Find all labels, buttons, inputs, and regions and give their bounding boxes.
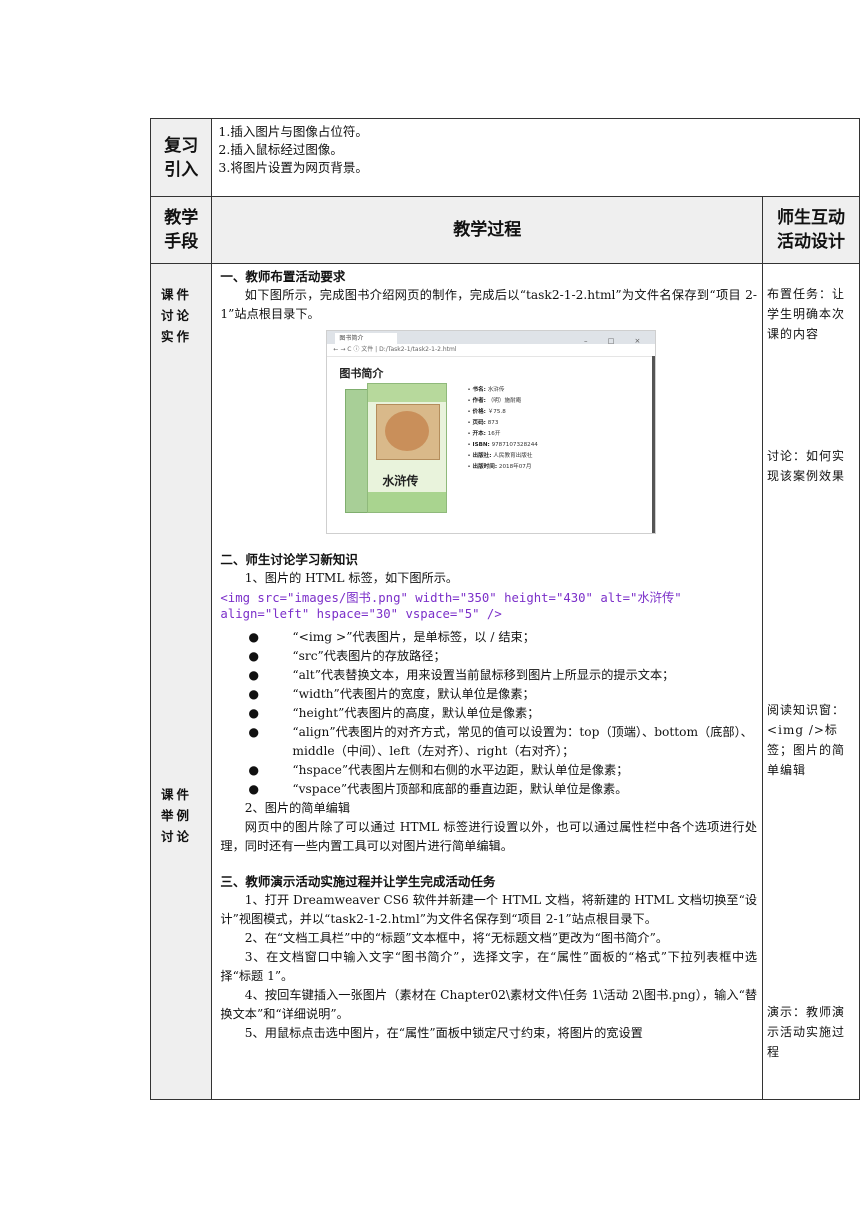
page-heading: 图书简介 xyxy=(339,367,384,380)
book-info-item: • 出版社: 人民教育出版社 xyxy=(467,453,533,459)
book-info-item: • 书名: 水浒传 xyxy=(467,387,505,393)
section-3-title: 三、教师演示活动实施过程并让学生完成活动任务 xyxy=(220,874,496,889)
section-2-p2: 2、图片的简单编辑 xyxy=(244,801,351,815)
side-tag-2-line: 举例 xyxy=(161,808,193,823)
interaction-header-line1: 师生互动 xyxy=(777,208,846,228)
side-tag-2-line: 讨论 xyxy=(161,829,193,844)
browser-screenshot: 图书简介 – □ × ← → C ⓘ 文件 | D:/Task2-1/task2… xyxy=(326,330,657,534)
screenshot-edge xyxy=(652,356,656,533)
interaction-header: 师生互动 活动设计 xyxy=(762,196,860,264)
browser-tabbar: 图书简介 – □ × xyxy=(327,331,656,345)
attribute-item: ● “height”代表图片的高度，默认单位是像素； xyxy=(248,706,540,720)
process-header: 教学过程 xyxy=(211,196,764,264)
attribute-item: ● “src”代表图片的存放路径； xyxy=(248,649,446,663)
interaction-column: 布置任务：让学生明确本次课的内容 讨论：如何实现该案例效果 阅读知识窗：<img… xyxy=(762,263,860,1100)
side-tag-2: 课件 举例 讨论 xyxy=(161,784,192,847)
book-info-item: • 开本: 16开 xyxy=(467,431,501,437)
side-tag-1-line: 讨论 xyxy=(161,308,193,323)
window-buttons: – □ × xyxy=(583,337,650,345)
book-info-list: • 书名: 水浒传 • 作者: （明）施耐庵 • 价格: ￥75.8 • 页码:… xyxy=(467,385,537,473)
step-paragraph: 4、按回车键插入一张图片（素材在 Chapter02\素材文件\任务 1\活动 … xyxy=(220,988,758,1021)
code-line-1: <img src="images/图书.png" width="350" hei… xyxy=(220,591,682,605)
review-label-line1: 复习 xyxy=(164,135,199,156)
step-paragraph: 2、在“文档工具栏”中的“标题”文本框中，将“无标题文档”更改为“图书简介”。 xyxy=(244,931,669,945)
book-front: 水浒传 xyxy=(367,383,448,513)
book-info-item: • 价格: ￥75.8 xyxy=(467,409,506,415)
note-discussion: 讨论：如何实现该案例效果 xyxy=(767,449,846,483)
lesson-plan-table: 复习 引入 1.插入图片与图像占位符。 2.插入鼠标经过图像。 3.将图片设置为… xyxy=(149,118,860,1100)
interaction-header-line2: 活动设计 xyxy=(777,232,846,252)
note-demo: 演示：教师演示活动实施过程 xyxy=(767,1005,846,1059)
attribute-item: ● “alt”代表替换文本，用来设置当前鼠标移到图片上所显示的提示文本； xyxy=(248,668,675,682)
attribute-item: ● “<img >”代表图片，是单标签，以 / 结束； xyxy=(248,630,535,644)
step-paragraph: 3、在文档窗口中输入文字“图书简介”，选择文字，在“属性”面板的“格式”下拉列表… xyxy=(220,950,758,983)
note-assign-task: 布置任务：让学生明确本次课的内容 xyxy=(767,287,846,341)
book-info-item: • 出版时间: 2018年07月 xyxy=(467,464,532,470)
review-label-line2: 引入 xyxy=(164,159,199,180)
section-2-title: 二、师生讨论学习新知识 xyxy=(220,552,358,567)
side-tag-2-line: 课件 xyxy=(161,787,193,802)
step-paragraph: 5、用鼠标点击选中图片，在“属性”面板中锁定尺寸约束，将图片的宽设置 xyxy=(244,1026,643,1040)
review-label-cell: 复习 引入 xyxy=(149,118,213,197)
section-2-p1: 1、图片的 HTML 标签，如下图所示。 xyxy=(244,571,459,585)
method-header: 教学 手段 xyxy=(149,196,213,264)
attribute-list: ● “<img >”代表图片，是单标签，以 / 结束； ● “src”代表图片的存放… xyxy=(220,628,757,799)
book-info-item: • 页码: 873 xyxy=(467,420,499,426)
book-info-item: • 作者: （明）施耐庵 xyxy=(467,398,522,404)
side-tag-1-line: 实作 xyxy=(161,329,193,344)
book-info-item: • ISBN: 9787107328244 xyxy=(467,442,538,448)
review-item: 1.插入图片与图像占位符。 xyxy=(218,124,368,139)
attribute-item: ● “hspace”代表图片左侧和右侧的水平边距，默认单位是像素； xyxy=(248,763,629,777)
browser-tab: 图书简介 xyxy=(335,333,398,344)
method-header-line2: 手段 xyxy=(164,232,199,252)
review-list: 1.插入图片与图像占位符。 2.插入鼠标经过图像。 3.将图片设置为网页背景。 xyxy=(211,118,860,197)
method-column: 课件 讨论 实作 课件 举例 讨论 xyxy=(149,263,213,1100)
img-tag-code: <img src="images/图书.png" width="350" hei… xyxy=(220,590,757,622)
attribute-item: ● “align”代表图片的对齐方式，常见的值可以设置为：top（顶端）、bott… xyxy=(248,725,753,758)
process-content: 一、教师布置活动要求 如下图所示，完成图书介绍网页的制作，完成后以“task2-… xyxy=(211,263,764,1100)
side-tag-1: 课件 讨论 实作 xyxy=(161,284,192,347)
process-header-text: 教学过程 xyxy=(453,220,522,240)
section-1-paragraph: 如下图所示，完成图书介绍网页的制作，完成后以“task2-1-2.html”为文… xyxy=(220,288,758,321)
section-2-p3: 网页中的图片除了可以通过 HTML 标签进行设置以外，也可以通过属性栏中各个选项… xyxy=(220,820,758,853)
review-item: 3.将图片设置为网页背景。 xyxy=(218,160,368,175)
cover-title: 水浒传 xyxy=(382,474,419,488)
attribute-item: ● “vspace”代表图片顶部和底部的垂直边距，默认单位是像素。 xyxy=(248,782,628,796)
attribute-item: ● “width”代表图片的宽度，默认单位是像素； xyxy=(248,687,535,701)
book-spine xyxy=(345,389,370,513)
side-tag-1-line: 课件 xyxy=(161,287,193,302)
code-line-2: align="left" hspace="30" vspace="5" /> xyxy=(220,607,502,621)
step-paragraph: 1、打开 Dreamweaver CS6 软件并新建一个 HTML 文档，将新建… xyxy=(220,893,758,926)
note-reading: 阅读知识窗：<img />标签；图片的简单编辑 xyxy=(767,703,846,777)
review-item: 2.插入鼠标经过图像。 xyxy=(218,142,343,157)
method-header-line1: 教学 xyxy=(164,208,199,228)
section-1-title: 一、教师布置活动要求 xyxy=(220,269,346,284)
cover-artwork xyxy=(376,404,441,460)
book-cover-image: 水浒传 xyxy=(345,383,448,513)
